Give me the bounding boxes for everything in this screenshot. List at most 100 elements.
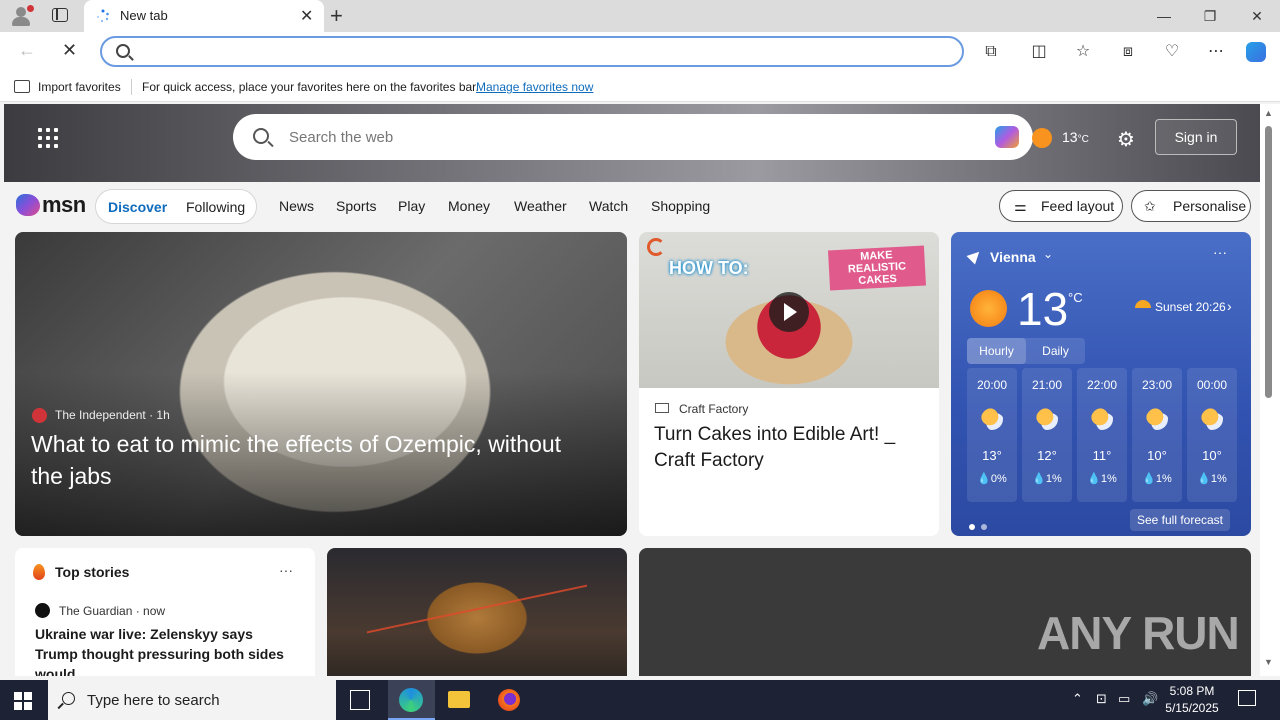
tab-following[interactable]: Following <box>186 199 245 215</box>
tab-daily[interactable]: Daily <box>1026 338 1085 364</box>
collections-icon[interactable]: ⧈ <box>1118 42 1138 62</box>
taskbar-clock[interactable]: 5:08 PM 5/15/2025 <box>1162 683 1222 717</box>
sunset-icon <box>1135 300 1151 308</box>
settings-gear-icon[interactable]: ⚙ <box>1117 127 1135 152</box>
nav-watch[interactable]: Watch <box>589 198 628 214</box>
tab-new-tab[interactable]: New tab ✕ <box>84 0 324 32</box>
scroll-up-icon[interactable]: ▲ <box>1264 108 1273 118</box>
tab-actions-icon[interactable] <box>52 8 68 22</box>
hourly-forecast: 20:00 13° 💧0% 21:00 12° 💧1% 22:00 11° 💧1… <box>967 368 1237 502</box>
tab-hourly[interactable]: Hourly <box>967 338 1026 364</box>
taskbar-search[interactable]: Type here to search <box>48 680 336 720</box>
file-explorer-icon[interactable] <box>448 691 470 708</box>
copilot-search-icon[interactable] <box>995 126 1019 148</box>
copilot-icon[interactable] <box>1246 42 1266 62</box>
close-tab-icon[interactable]: ✕ <box>300 6 313 26</box>
divider <box>131 79 132 95</box>
extensions-icon[interactable]: ⧉ <box>981 42 1001 62</box>
top-stories-title: Top stories <box>55 564 130 580</box>
browser-essentials-icon[interactable]: ♡ <box>1162 42 1182 62</box>
ad-card[interactable]: ANY RUN <box>639 548 1251 676</box>
split-screen-icon[interactable]: ◫ <box>1029 42 1049 62</box>
bull-market-story-card[interactable] <box>327 548 627 676</box>
story-source: The Guardian · now <box>59 604 166 618</box>
weather-location[interactable]: Vienna <box>990 249 1036 265</box>
tab-discover[interactable]: Discover <box>108 199 167 215</box>
story-source: The Independent · 1h <box>55 408 170 422</box>
partly-cloudy-icon <box>1146 408 1168 430</box>
search-icon <box>116 44 130 58</box>
search-icon <box>62 692 75 705</box>
nav-news[interactable]: News <box>279 198 314 214</box>
fire-icon <box>33 564 45 580</box>
story-headline: Turn Cakes into Edible Art! _ Craft Fact… <box>654 424 896 471</box>
tab-strip: New tab ✕ + — ❐ ✕ <box>0 0 1280 32</box>
page-scrollbar[interactable]: ▲ ▼ <box>1260 104 1280 676</box>
nav-shopping[interactable]: Shopping <box>651 198 710 214</box>
chevron-up-icon[interactable]: ⌃ <box>1072 691 1083 707</box>
hour-item[interactable]: 22:00 11° 💧1% <box>1077 368 1127 502</box>
close-window-button[interactable]: ✕ <box>1234 0 1280 32</box>
web-search-box[interactable]: Search the web <box>233 114 1033 160</box>
more-menu-icon[interactable]: ⋯ <box>1206 42 1226 62</box>
anyrun-watermark: ANY RUN <box>1037 607 1240 659</box>
import-favorites-button[interactable]: Import favorites <box>38 80 121 94</box>
edge-taskbar-button[interactable] <box>388 680 435 720</box>
profile-icon[interactable] <box>10 5 34 27</box>
scroll-thumb[interactable] <box>1265 126 1272 398</box>
apps-launcher-icon[interactable] <box>38 128 58 148</box>
windows-start-icon[interactable] <box>14 692 32 710</box>
feed-layout-button[interactable]: ⚌ Feed layout <box>999 190 1123 222</box>
hour-item[interactable]: 23:00 10° 💧1% <box>1132 368 1182 502</box>
see-full-forecast-button[interactable]: See full forecast <box>1130 509 1230 531</box>
play-icon[interactable] <box>769 292 809 332</box>
video-story-card[interactable]: HOW TO: MAKE REALISTIC CAKES Craft Facto… <box>639 232 939 536</box>
firefox-icon[interactable] <box>498 689 520 711</box>
favorites-star-icon[interactable]: ☆ <box>1073 42 1093 62</box>
sunset-time: Sunset 20:26 <box>1155 300 1226 314</box>
chevron-down-icon[interactable]: ⌄ <box>1043 247 1053 261</box>
notifications-icon[interactable] <box>1238 690 1256 706</box>
hour-item[interactable]: 00:00 10° 💧1% <box>1187 368 1237 502</box>
sliders-icon: ⚌ <box>1014 198 1027 214</box>
volume-icon[interactable]: 🔊 <box>1142 691 1158 707</box>
more-options-icon[interactable]: ··· <box>279 562 293 578</box>
temp-unit: °C <box>1068 290 1083 305</box>
chevron-right-icon[interactable]: › <box>1227 298 1232 314</box>
nav-sports[interactable]: Sports <box>336 198 376 214</box>
nav-play[interactable]: Play <box>398 198 425 214</box>
hero-banner: Search the web 13°C ⚙ Sign in <box>4 104 1260 182</box>
restore-button[interactable]: ❐ <box>1187 0 1233 32</box>
nav-weather[interactable]: Weather <box>514 198 567 214</box>
story-headline[interactable]: Ukraine war live: Zelenskyy says Trump t… <box>35 624 299 676</box>
forecast-toggle: Hourly Daily <box>967 338 1085 364</box>
favorites-bar: Import favorites For quick access, place… <box>0 72 1280 102</box>
minimize-button[interactable]: — <box>1141 0 1187 32</box>
sun-icon <box>970 290 1007 327</box>
network-icon[interactable]: ▭ <box>1118 691 1130 707</box>
web-search-placeholder: Search the web <box>289 129 394 146</box>
tray-device-icon[interactable]: ⊡ <box>1096 691 1107 707</box>
stop-loading-button[interactable]: ✕ <box>62 40 77 61</box>
scroll-down-icon[interactable]: ▼ <box>1264 657 1273 667</box>
top-stories-card[interactable]: Top stories ··· The Guardian · now Ukrai… <box>15 548 315 676</box>
header-weather-temp[interactable]: 13°C <box>1062 129 1089 145</box>
edge-icon <box>399 688 423 712</box>
hour-item[interactable]: 21:00 12° 💧1% <box>1022 368 1072 502</box>
nav-money[interactable]: Money <box>448 198 490 214</box>
main-story-card[interactable]: The Independent · 1h What to eat to mimi… <box>15 232 627 536</box>
new-tab-button[interactable]: + <box>330 3 343 29</box>
hour-item[interactable]: 20:00 13° 💧0% <box>967 368 1017 502</box>
video-thumbnail: HOW TO: MAKE REALISTIC CAKES <box>639 232 939 388</box>
address-bar[interactable] <box>100 36 964 67</box>
personalise-button[interactable]: ✩ Personalise <box>1131 190 1251 222</box>
weather-card[interactable]: Vienna ⌄ ··· 13 °C Sunset 20:26 › Hourly… <box>951 232 1251 536</box>
manage-favorites-link[interactable]: Manage favorites now <box>476 80 593 94</box>
back-button[interactable]: ← <box>18 40 36 61</box>
more-options-icon[interactable]: ··· <box>1213 244 1227 260</box>
partly-cloudy-icon <box>1201 408 1223 430</box>
import-favorites-icon <box>14 80 30 93</box>
sign-in-button[interactable]: Sign in <box>1155 119 1237 155</box>
carousel-dots[interactable] <box>969 517 993 535</box>
task-view-icon[interactable] <box>350 690 370 710</box>
